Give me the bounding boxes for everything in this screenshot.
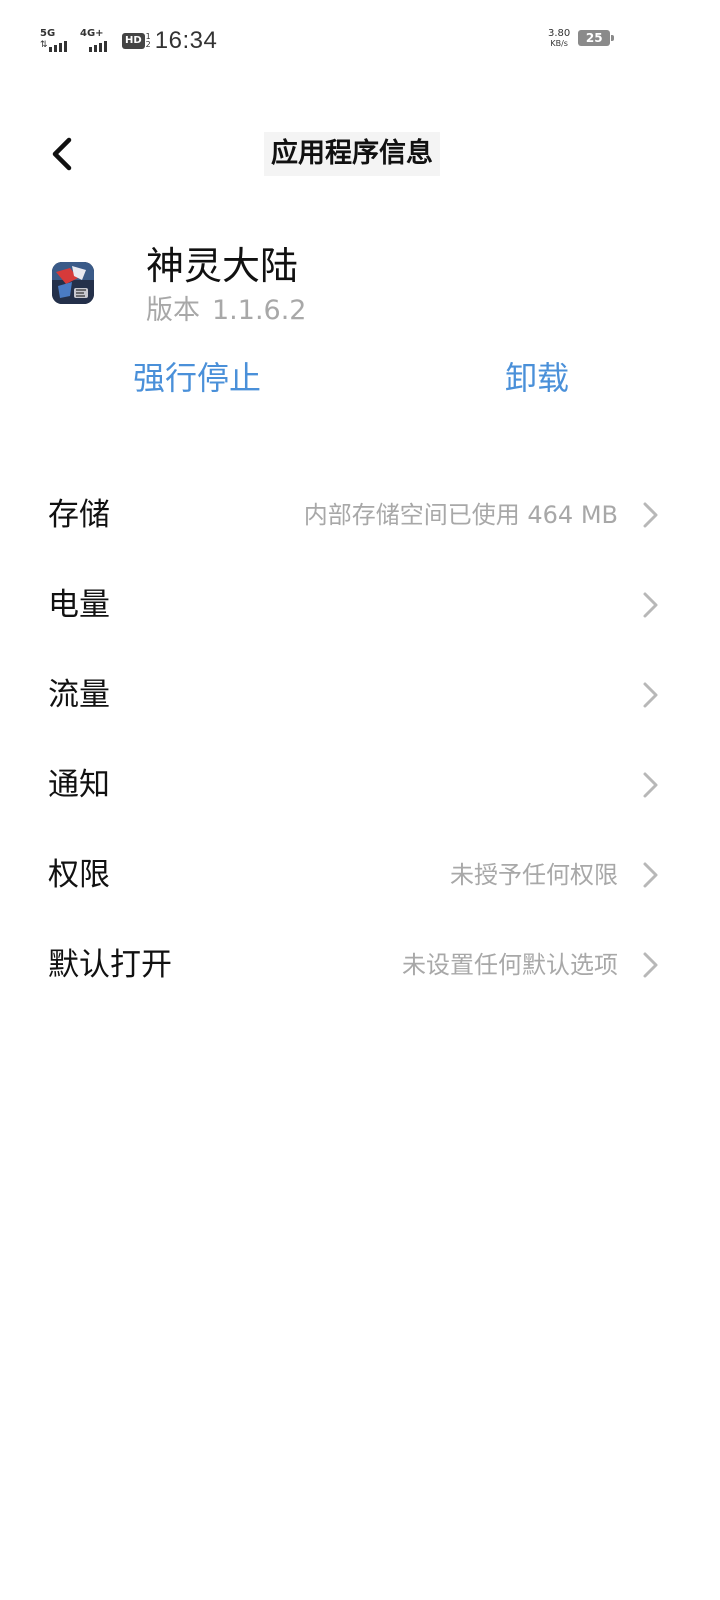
row-value: 未授予任何权限 — [450, 861, 618, 889]
sim2-signal: 4G+ — [80, 28, 114, 54]
signal-bars-icon — [89, 41, 107, 52]
row-value: 未设置任何默认选项 — [402, 951, 618, 979]
data-activity-icon: ⇅ — [40, 40, 48, 50]
settings-row-open-by-default[interactable]: 默认打开 未设置任何默认选项 — [0, 920, 720, 1010]
settings-row-storage[interactable]: 存储 内部存储空间已使用 464 MB — [0, 470, 720, 560]
hd-sub-bottom: 2 — [145, 40, 151, 49]
settings-row-permissions[interactable]: 权限 未授予任何权限 — [0, 830, 720, 920]
app-bar: 应用程序信息 — [0, 120, 720, 190]
signal-bars-icon — [49, 41, 67, 52]
chevron-right-icon — [643, 952, 658, 978]
sim2-network-type: 4G+ — [80, 28, 104, 39]
row-label: 权限 — [48, 857, 110, 893]
row-label: 默认打开 — [48, 947, 172, 983]
chevron-right-icon — [643, 502, 658, 528]
chevron-right-icon — [643, 682, 658, 708]
game-logo-icon — [52, 262, 94, 304]
row-label: 通知 — [48, 767, 110, 803]
settings-row-notifications[interactable]: 通知 — [0, 740, 720, 830]
network-speed-value: 3.80 — [548, 28, 571, 39]
settings-row-battery[interactable]: 电量 — [0, 560, 720, 650]
settings-row-data-usage[interactable]: 流量 — [0, 650, 720, 740]
sim1-signal: 5G ⇅ — [40, 28, 74, 54]
page-title: 应用程序信息 — [264, 132, 440, 176]
chevron-right-icon — [643, 772, 658, 798]
network-speed: 3.80 KB/s — [548, 28, 570, 48]
chevron-right-icon — [643, 862, 658, 888]
status-bar-left: 5G ⇅ 4G+ HD 1 2 16:34 — [40, 26, 217, 56]
hd-voice-indicator: HD 1 2 — [122, 33, 151, 49]
hd-icon: HD — [122, 33, 145, 49]
network-speed-unit: KB/s — [550, 39, 568, 48]
row-label: 存储 — [48, 497, 110, 533]
version-number: 1.1.6.2 — [212, 295, 307, 326]
battery-icon: 25 — [578, 30, 615, 46]
app-settings-list: 存储 内部存储空间已使用 464 MB 电量 流量 通知 权限 未授予任何权限 … — [0, 470, 720, 1010]
status-bar-right: 3.80 KB/s 25 — [548, 28, 615, 48]
uninstall-button[interactable]: 卸载 — [505, 352, 569, 404]
version-label: 版本 — [146, 295, 200, 326]
force-stop-button[interactable]: 强行停止 — [133, 352, 261, 404]
app-name: 神灵大陆 — [146, 244, 299, 288]
row-value: 内部存储空间已使用 464 MB — [303, 501, 618, 529]
back-button[interactable] — [40, 128, 84, 180]
app-icon — [52, 262, 94, 304]
app-version: 版本 1.1.6.2 — [146, 292, 306, 330]
sim1-network-type: 5G — [40, 28, 56, 39]
row-label: 流量 — [48, 677, 110, 713]
chevron-right-icon — [643, 592, 658, 618]
status-bar: 5G ⇅ 4G+ HD 1 2 16:34 3.80 KB/s 25 — [0, 0, 720, 80]
row-label: 电量 — [48, 587, 110, 623]
clock: 16:34 — [154, 27, 218, 54]
chevron-left-icon — [52, 137, 72, 171]
